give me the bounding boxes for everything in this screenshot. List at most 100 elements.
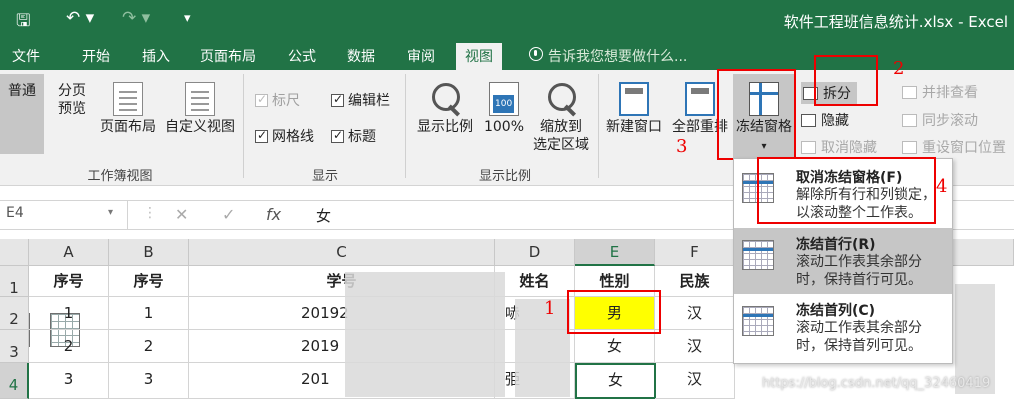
freeze-first-column-icon xyxy=(742,306,774,336)
page-break-preview-button[interactable]: 分页 预览 xyxy=(50,74,94,347)
zoom-to-selection-button[interactable]: 缩放到 选定区域 xyxy=(528,74,594,158)
zoom-selection-label-1: 缩放到 xyxy=(540,119,582,135)
tab-view[interactable]: 视图 xyxy=(456,43,502,70)
headings-checkbox[interactable]: 标题 xyxy=(331,126,376,146)
zoom-label: 显示比例 xyxy=(417,119,473,135)
cell-d1[interactable]: 姓名 xyxy=(495,266,575,297)
row-header-3[interactable]: 3 xyxy=(0,330,29,363)
sync-scroll-button[interactable]: 同步滚动 xyxy=(902,110,978,130)
cell-e3[interactable]: 女 xyxy=(575,330,655,363)
cell-f4[interactable]: 汉 xyxy=(655,363,735,399)
formula-bar-check-icon xyxy=(331,92,344,107)
cell-a1[interactable]: 序号 xyxy=(29,266,109,297)
reset-position-icon xyxy=(902,141,917,154)
gridlines-label: 网格线 xyxy=(272,129,314,145)
magnifier-icon xyxy=(430,82,460,116)
hide-icon xyxy=(801,114,816,127)
cell-b1[interactable]: 序号 xyxy=(109,266,189,297)
cell-f3[interactable]: 汉 xyxy=(655,330,735,363)
tab-formulas[interactable]: 公式 xyxy=(288,46,316,66)
column-header-d[interactable]: D xyxy=(495,239,575,266)
zoom-selection-label-2: 选定区域 xyxy=(533,137,589,153)
tell-me-search[interactable]: 告诉我您想要做什么... xyxy=(548,46,687,66)
menu-item-freeze-top-row[interactable]: 冻结首行(R) 滚动工作表其余部分时，保持首行可见。 xyxy=(734,228,952,294)
cell-e4-selected[interactable]: 女 xyxy=(575,363,656,399)
normal-view-button[interactable]: 普通 xyxy=(0,74,44,347)
cell-a4[interactable]: 3 xyxy=(29,363,109,399)
column-header-a[interactable]: A xyxy=(29,239,109,266)
group-divider xyxy=(598,74,599,178)
reset-position-label: 重设窗口位置 xyxy=(922,140,1006,156)
excel-window: { "window": { "title": "软件工程班信息统计.xlsx -… xyxy=(0,0,1014,404)
undo-icon[interactable]: ↶ ▾ xyxy=(66,8,94,28)
freeze-first-column-title: 冻结首列(C) xyxy=(796,303,876,319)
cell-a2[interactable]: 1 xyxy=(29,297,109,330)
zoom-100-button[interactable]: 100% xyxy=(481,74,527,154)
title-bar: 🖫 ↶ ▾ ↷ ▾ ▾ 软件工程班信息统计.xlsx - Excel xyxy=(0,0,1014,40)
cancel-icon[interactable]: ✕ xyxy=(175,205,188,224)
formula-input[interactable]: 女 xyxy=(316,205,331,226)
row-header-2[interactable]: 2 xyxy=(0,297,29,330)
row-header-4[interactable]: 4 xyxy=(0,363,29,399)
hide-button[interactable]: 隐藏 xyxy=(801,110,849,130)
group-divider xyxy=(405,74,406,178)
gridlines-check-icon xyxy=(255,128,268,143)
customize-qat-icon[interactable]: ▾ xyxy=(184,11,191,26)
window-title: 软件工程班信息统计.xlsx - Excel xyxy=(783,13,1008,31)
redo-icon[interactable]: ↷ ▾ xyxy=(122,8,150,28)
freeze-top-row-title: 冻结首行(R) xyxy=(796,237,876,253)
enter-icon[interactable]: ✓ xyxy=(222,205,235,224)
tab-review[interactable]: 审阅 xyxy=(407,46,435,66)
cell-b3[interactable]: 2 xyxy=(109,330,189,363)
hide-label: 隐藏 xyxy=(821,113,849,129)
tab-page-layout[interactable]: 页面布局 xyxy=(200,46,256,66)
zoom-100-icon xyxy=(489,82,519,116)
tab-insert[interactable]: 插入 xyxy=(142,46,170,66)
page-layout-view-button[interactable]: 页面布局 xyxy=(96,74,160,154)
cell-f2[interactable]: 汉 xyxy=(655,297,735,330)
sync-scroll-label: 同步滚动 xyxy=(922,113,978,129)
side-by-side-button[interactable]: 并排查看 xyxy=(902,82,978,102)
privacy-mask xyxy=(345,272,505,397)
unhide-button[interactable]: 取消隐藏 xyxy=(801,137,877,157)
ruler-checkbox[interactable]: 标尺 xyxy=(255,90,300,110)
column-header-f[interactable]: F xyxy=(655,239,735,266)
insert-function-icon[interactable]: fx xyxy=(266,205,281,224)
column-header-b[interactable]: B xyxy=(109,239,189,266)
tab-data[interactable]: 数据 xyxy=(347,46,375,66)
cell-b4[interactable]: 3 xyxy=(109,363,189,399)
group-divider xyxy=(243,74,244,178)
save-icon[interactable]: 🖫 xyxy=(16,8,30,37)
lightbulb-icon xyxy=(529,47,543,61)
tab-home[interactable]: 开始 xyxy=(82,46,110,66)
menu-item-freeze-first-column[interactable]: 冻结首列(C) 滚动工作表其余部分时，保持首列可见。 xyxy=(734,294,952,360)
name-box-dropdown-icon[interactable]: ▾ xyxy=(108,207,113,218)
cell-a3[interactable]: 2 xyxy=(29,330,109,363)
sync-scroll-icon xyxy=(902,114,917,127)
formula-bar-checkbox[interactable]: 编辑栏 xyxy=(331,90,390,110)
cell-b2[interactable]: 1 xyxy=(109,297,189,330)
page-layout-label: 页面布局 xyxy=(100,119,156,135)
custom-views-button[interactable]: 自定义视图 xyxy=(162,74,238,154)
unhide-label: 取消隐藏 xyxy=(821,140,877,156)
unhide-icon xyxy=(801,141,816,154)
arrange-all-icon xyxy=(685,82,715,116)
new-window-icon xyxy=(619,82,649,116)
formula-bar-label: 编辑栏 xyxy=(348,93,390,109)
headings-label: 标题 xyxy=(348,129,376,145)
ruler-check-icon xyxy=(255,92,268,107)
side-by-side-label: 并排查看 xyxy=(922,85,978,101)
tab-file[interactable]: 文件 xyxy=(12,46,40,66)
select-all-corner[interactable] xyxy=(0,239,29,266)
new-window-button[interactable]: 新建窗口 xyxy=(602,74,666,154)
reset-position-button[interactable]: 重设窗口位置 xyxy=(902,137,1006,157)
row-header-1[interactable]: 1 xyxy=(0,266,29,297)
annotation-number-4: 4 xyxy=(936,176,948,197)
freeze-top-row-desc: 滚动工作表其余部分时，保持首行可见。 xyxy=(796,254,922,288)
normal-view-label: 普通 xyxy=(8,83,36,99)
zoom-button[interactable]: 显示比例 xyxy=(412,74,478,154)
cell-f1[interactable]: 民族 xyxy=(655,266,735,297)
gridlines-checkbox[interactable]: 网格线 xyxy=(255,126,314,146)
column-header-e[interactable]: E xyxy=(575,239,655,266)
column-header-c[interactable]: C xyxy=(189,239,495,266)
